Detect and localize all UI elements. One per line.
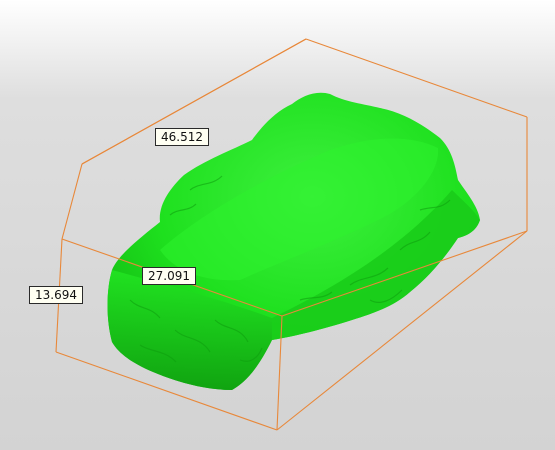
dimension-label-length: 46.512 xyxy=(155,128,209,146)
dimension-label-width: 27.091 xyxy=(142,267,196,285)
dimension-label-height: 13.694 xyxy=(29,286,83,304)
3d-viewport[interactable]: 46.512 27.091 13.694 xyxy=(0,0,555,450)
bbox-edge xyxy=(61,163,83,240)
scene-canvas xyxy=(55,38,528,431)
